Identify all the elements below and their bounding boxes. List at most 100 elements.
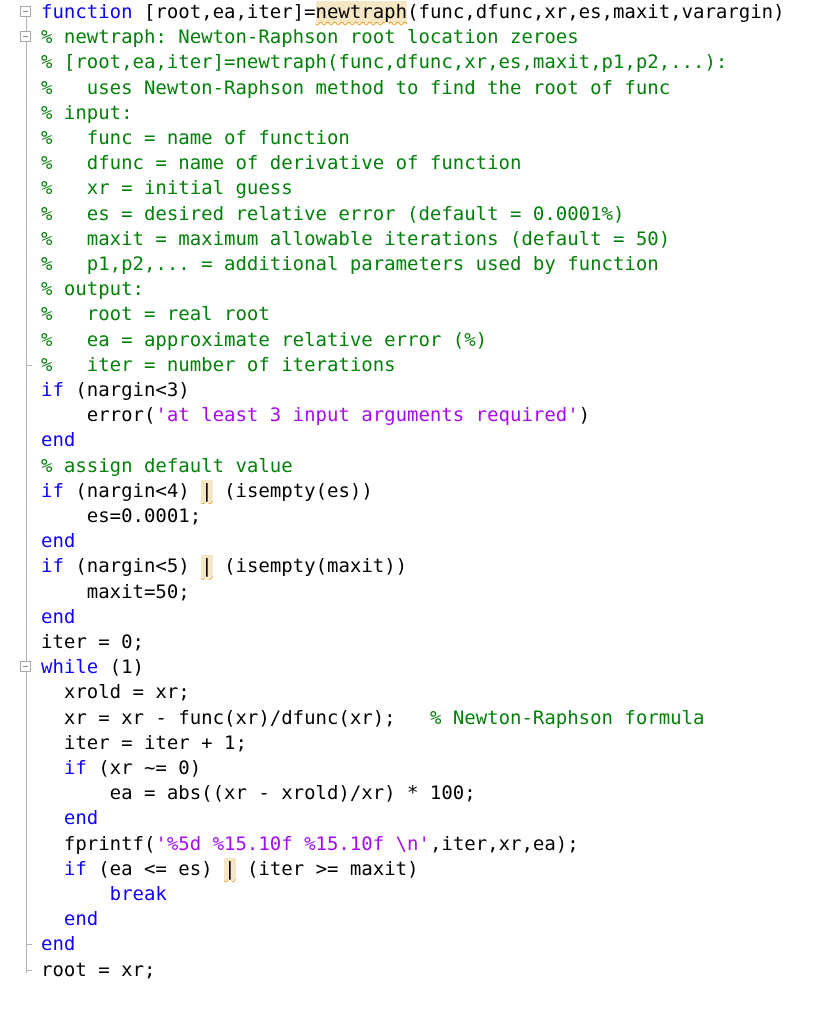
code-line[interactable]: % iter = number of iterations xyxy=(0,353,821,378)
code-line[interactable]: end xyxy=(0,605,821,630)
code-line[interactable]: end xyxy=(0,932,821,957)
code-line[interactable]: % [root,ea,iter]=newtraph(func,dfunc,xr,… xyxy=(0,50,821,75)
code-text: function [root,ea,iter]=newtraph(func,df… xyxy=(41,0,785,25)
code-text: if (nargin<5) | (isempty(maxit)) xyxy=(41,554,407,579)
code-line[interactable]: % ea = approximate relative error (%) xyxy=(0,328,821,353)
warning-token[interactable]: | xyxy=(201,479,213,502)
code-token: (iter >= maxit) xyxy=(235,857,419,880)
code-line[interactable]: es=0.0001; xyxy=(0,504,821,529)
code-line[interactable]: % xr = initial guess xyxy=(0,176,821,201)
code-line[interactable]: end xyxy=(0,529,821,554)
comment-token: % input: xyxy=(41,101,133,124)
comment-token: % newtraph: Newton-Raphson root location… xyxy=(41,26,579,49)
code-text: if (xr ~= 0) xyxy=(41,756,201,781)
code-token: iter = 0; xyxy=(41,631,144,653)
fold-end-corner-icon xyxy=(26,957,32,971)
code-line[interactable]: while (1) xyxy=(0,655,821,680)
comment-token: % root = real root xyxy=(41,303,270,326)
keyword-token: function xyxy=(41,1,133,23)
code-line[interactable]: if (nargin<3) xyxy=(0,378,821,403)
code-text: end xyxy=(41,605,75,630)
code-text: es=0.0001; xyxy=(41,504,201,529)
code-token: (isempty(es)) xyxy=(212,479,373,502)
keyword-token: end xyxy=(41,429,76,452)
warning-token[interactable]: | xyxy=(224,857,236,880)
string-token: '%5d %15.10f %15.10f \n' xyxy=(155,832,430,855)
code-line[interactable]: error('at least 3 input arguments requir… xyxy=(0,403,821,428)
fold-collapse-icon[interactable] xyxy=(20,6,31,17)
code-editor[interactable]: function [root,ea,iter]=newtraph(func,df… xyxy=(0,0,821,1024)
code-text: % ea = approximate relative error (%) xyxy=(41,328,487,353)
code-text: % dfunc = name of derivative of function xyxy=(41,151,521,176)
code-line[interactable]: % p1,p2,... = additional parameters used… xyxy=(0,252,821,277)
keyword-token: if xyxy=(41,555,64,578)
code-text: error('at least 3 input arguments requir… xyxy=(41,403,590,428)
code-line[interactable]: if (ea <= es) | (iter >= maxit) xyxy=(0,857,821,882)
comment-token: % maxit = maximum allowable iterations (… xyxy=(41,227,671,250)
fold-collapse-icon[interactable] xyxy=(20,661,31,673)
code-text: % xr = initial guess xyxy=(41,176,293,201)
keyword-token: if xyxy=(63,857,87,880)
comment-token: % es = desired relative error (default =… xyxy=(41,202,625,225)
code-token: ea = abs((xr - xrold)/xr) * 100; xyxy=(41,782,476,805)
code-line[interactable]: % newtraph: Newton-Raphson root location… xyxy=(0,25,821,50)
code-line[interactable]: ea = abs((xr - xrold)/xr) * 100; xyxy=(0,781,821,806)
code-token: ,iter,xr,ea); xyxy=(429,832,579,855)
fold-end-marker-icon xyxy=(26,944,32,946)
code-text: % es = desired relative error (default =… xyxy=(41,202,624,227)
code-line[interactable]: % es = desired relative error (default =… xyxy=(0,202,821,227)
code-text: % output: xyxy=(41,277,144,302)
code-text: ea = abs((xr - xrold)/xr) * 100; xyxy=(41,781,476,806)
code-line[interactable]: if (nargin<4) | (isempty(es)) xyxy=(0,479,821,504)
code-token: (nargin<4) xyxy=(63,479,202,502)
code-line[interactable]: % output: xyxy=(0,277,821,302)
code-line[interactable]: end xyxy=(0,806,821,831)
comment-token: % output: xyxy=(41,278,144,301)
code-line[interactable]: root = xr; xyxy=(0,957,821,983)
code-line[interactable]: iter = iter + 1; xyxy=(0,731,821,756)
code-token: es=0.0001; xyxy=(41,505,202,527)
code-line[interactable]: % maxit = maximum allowable iterations (… xyxy=(0,227,821,252)
warning-token[interactable]: newtraph xyxy=(315,1,408,23)
code-line[interactable]: fprintf('%5d %15.10f %15.10f \n',iter,xr… xyxy=(0,832,821,857)
code-line[interactable]: % dfunc = name of derivative of function xyxy=(0,151,821,176)
code-line[interactable]: end xyxy=(0,428,821,453)
code-token: iter = iter + 1; xyxy=(41,731,247,754)
code-text: % maxit = maximum allowable iterations (… xyxy=(41,227,670,252)
fold-collapse-icon[interactable] xyxy=(20,31,31,43)
code-text: % iter = number of iterations xyxy=(41,353,396,378)
code-line[interactable]: xr = xr - func(xr)/dfunc(xr); % Newton-R… xyxy=(0,706,821,731)
code-line[interactable]: xrold = xr; xyxy=(0,680,821,705)
comment-token: % iter = number of iterations xyxy=(41,353,396,376)
keyword-token: end xyxy=(63,908,99,931)
code-text: break xyxy=(41,882,167,907)
code-line[interactable]: % assign default value xyxy=(0,454,821,479)
code-token: (xr ~= 0) xyxy=(86,757,202,779)
keyword-token: end xyxy=(41,530,76,553)
code-line[interactable]: % input: xyxy=(0,101,821,126)
code-line[interactable]: % root = real root xyxy=(0,302,821,327)
code-line[interactable]: if (xr ~= 0) xyxy=(0,756,821,781)
keyword-token: end xyxy=(63,807,99,830)
code-line[interactable]: function [root,ea,iter]=newtraph(func,df… xyxy=(0,0,821,25)
code-text: % uses Newton-Raphson method to find the… xyxy=(41,76,670,101)
warning-token[interactable]: | xyxy=(201,555,213,578)
code-text: maxit=50; xyxy=(41,580,190,605)
comment-token: % uses Newton-Raphson method to find the… xyxy=(41,76,671,99)
code-line[interactable]: if (nargin<5) | (isempty(maxit)) xyxy=(0,554,821,579)
code-token: (1) xyxy=(98,656,144,679)
string-token: 'at least 3 input arguments required' xyxy=(155,404,579,427)
code-text: % p1,p2,... = additional parameters used… xyxy=(41,252,659,277)
code-line[interactable]: end xyxy=(0,907,821,932)
code-text: if (ea <= es) | (iter >= maxit) xyxy=(41,857,419,882)
code-line[interactable]: maxit=50; xyxy=(0,580,821,605)
code-text: fprintf('%5d %15.10f %15.10f \n',iter,xr… xyxy=(41,832,579,857)
code-line[interactable]: % uses Newton-Raphson method to find the… xyxy=(0,76,821,101)
fold-end-marker-icon xyxy=(26,364,32,366)
code-token: maxit=50; xyxy=(41,580,190,603)
code-line[interactable]: % func = name of function xyxy=(0,126,821,151)
code-line[interactable]: break xyxy=(0,882,821,907)
code-line[interactable]: iter = 0; xyxy=(0,630,821,655)
